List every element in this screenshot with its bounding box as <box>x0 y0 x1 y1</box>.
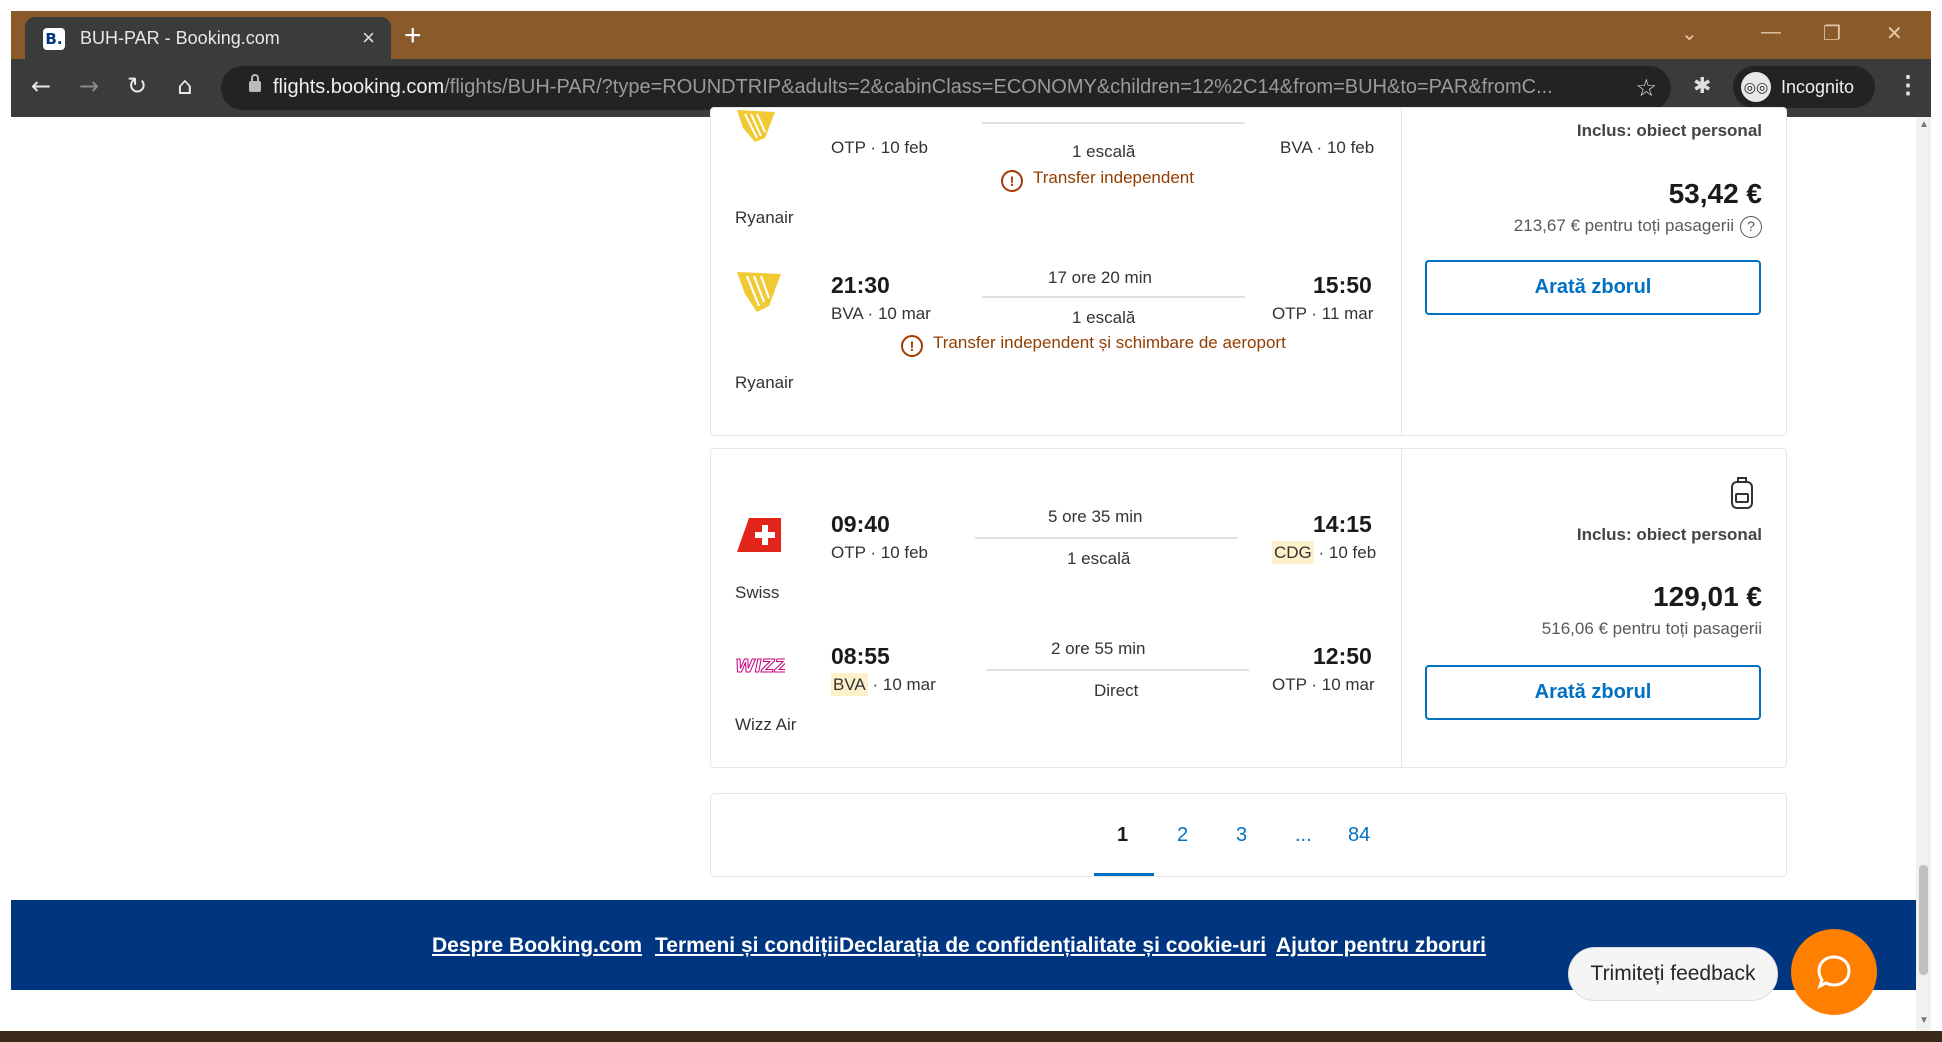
restore-button[interactable]: ❐ <box>1823 21 1841 46</box>
browser-menu-icon[interactable]: ⋮ <box>1896 71 1920 100</box>
back-arrow-icon[interactable]: ← <box>25 72 57 100</box>
reload-icon[interactable]: ↻ <box>121 72 153 100</box>
depart-time: 08:55 <box>831 643 890 669</box>
arrive-time: 15:50 <box>1313 272 1372 298</box>
warning-icon: ! <box>1001 170 1023 192</box>
route-line <box>982 122 1245 124</box>
price-per-person: 53,42 € <box>1668 178 1762 209</box>
route-line <box>986 669 1249 671</box>
depart-airport-date: BVA · 10 mar <box>831 673 936 696</box>
current-page-indicator <box>1094 873 1154 876</box>
depart-airport-date: OTP · 10 feb <box>831 138 929 157</box>
desktop-background <box>0 0 1942 11</box>
show-flight-button[interactable]: Arată zborul <box>1425 665 1761 720</box>
duration-label: 2 ore 55 min <box>1051 639 1146 658</box>
tab-title: BUH-PAR - Booking.com <box>80 28 280 48</box>
forward-arrow-icon[interactable]: → <box>73 72 105 100</box>
page-viewport: OTP · 10 feb 1 escală BVA · 10 feb ! Tran… <box>11 107 1931 1031</box>
extensions-puzzle-icon[interactable]: ✱ <box>1693 73 1711 99</box>
tab-strip: B. BUH-PAR - Booking.com × + ⌄ — ❐ ✕ <box>11 11 1931 59</box>
arrive-airport-date: OTP · 11 mar <box>1272 304 1374 323</box>
price-total: 213,67 € pentru toți pasagerii? <box>1514 216 1762 238</box>
depart-time: 09:40 <box>831 511 890 537</box>
scrollbar-thumb[interactable] <box>1919 865 1928 975</box>
browser-window: B. BUH-PAR - Booking.com × + ⌄ — ❐ ✕ ← →… <box>11 11 1931 1031</box>
stops-label: 1 escală <box>1072 142 1136 161</box>
ryanair-logo-icon <box>737 272 781 312</box>
card-divider <box>1401 108 1402 435</box>
os-taskbar <box>0 1031 1942 1042</box>
feedback-button[interactable]: Trimiteți feedback <box>1568 947 1778 1001</box>
flight-result-card: OTP · 10 feb 1 escală BVA · 10 feb ! Tran… <box>710 107 1787 436</box>
scroll-down-arrow-icon[interactable]: ▼ <box>1919 1015 1929 1026</box>
stops-label: 1 escală <box>1072 308 1136 327</box>
tab-close-icon[interactable]: × <box>362 25 375 51</box>
airline-name: Ryanair <box>735 373 794 392</box>
incognito-label: Incognito <box>1781 77 1855 97</box>
minimize-button[interactable]: — <box>1761 21 1781 44</box>
depart-airport-date: OTP · 10 feb <box>831 543 929 562</box>
incognito-indicator[interactable]: ◎◎ Incognito <box>1733 66 1875 108</box>
baggage-included-label: Inclus: obiect personal <box>1576 525 1762 544</box>
help-question-icon[interactable]: ? <box>1740 216 1762 238</box>
transfer-warning: ! Transfer independent și schimbare de ae… <box>901 333 1286 357</box>
baggage-included-label: Inclus: obiect personal <box>1576 121 1762 140</box>
address-bar[interactable]: flights.booking.com/flights/BUH-PAR/?typ… <box>221 66 1671 110</box>
arrive-time: 12:50 <box>1313 643 1372 669</box>
page-ellipsis: ... <box>1295 824 1312 846</box>
page-link[interactable]: 3 <box>1236 824 1247 847</box>
price-per-person: 129,01 € <box>1653 581 1762 612</box>
browser-tab[interactable]: B. BUH-PAR - Booking.com × <box>25 17 391 59</box>
price-total: 516,06 € pentru toți pasagerii <box>1541 619 1762 638</box>
depart-airport-date: BVA · 10 mar <box>831 304 931 323</box>
route-line <box>982 296 1245 298</box>
lock-icon <box>249 74 261 92</box>
swiss-logo-icon <box>737 518 781 552</box>
new-tab-button[interactable]: + <box>404 19 422 53</box>
page-link[interactable]: 2 <box>1177 824 1188 847</box>
backpack-icon <box>1731 477 1753 509</box>
show-flight-button[interactable]: Arată zborul <box>1425 260 1761 315</box>
chat-button[interactable] <box>1791 929 1877 1015</box>
booking-favicon-icon: B. <box>43 28 65 50</box>
stops-label: 1 escală <box>1067 549 1131 568</box>
footer-link-privacy[interactable]: Declarația de confidențialitate și cooki… <box>839 934 1266 958</box>
tab-search-chevron-icon[interactable]: ⌄ <box>1681 21 1698 46</box>
arrive-airport-date: BVA · 10 feb <box>1280 138 1375 157</box>
arrive-airport-date: OTP · 10 mar <box>1272 675 1375 694</box>
footer-link-about[interactable]: Despre Booking.com <box>432 934 642 958</box>
airline-name: Swiss <box>735 583 780 602</box>
page-link-current[interactable]: 1 <box>1117 824 1128 847</box>
stops-label: Direct <box>1094 681 1139 700</box>
duration-label: 17 ore 20 min <box>1048 268 1152 287</box>
depart-time: 21:30 <box>831 272 890 298</box>
route-line <box>975 537 1238 539</box>
warning-icon: ! <box>901 335 923 357</box>
airline-name: Wizz Air <box>735 715 797 734</box>
footer-link-flight-help[interactable]: Ajutor pentru zboruri <box>1276 934 1486 958</box>
home-icon[interactable]: ⌂ <box>169 72 201 100</box>
footer-link-terms[interactable]: Termeni și condiții <box>655 934 839 958</box>
svg-text:WIZZ: WIZZ <box>735 656 785 677</box>
url-text[interactable]: flights.booking.com/flights/BUH-PAR/?typ… <box>273 76 1598 99</box>
duration-label: 5 ore 35 min <box>1048 507 1143 526</box>
window-close-button[interactable]: ✕ <box>1886 21 1903 46</box>
arrive-airport-date: CDG · 10 feb <box>1272 541 1377 564</box>
transfer-warning: ! Transfer independent <box>1001 168 1194 192</box>
page-scrollbar[interactable]: ▲ ▼ <box>1916 117 1931 1031</box>
bookmark-star-icon[interactable]: ☆ <box>1635 74 1657 103</box>
pagination: 1 2 3 ... 84 <box>710 793 1787 877</box>
airline-name: Ryanair <box>735 208 794 227</box>
incognito-icon: ◎◎ <box>1741 72 1771 102</box>
arrive-time: 14:15 <box>1313 511 1372 537</box>
page-link-last[interactable]: 84 <box>1348 824 1370 847</box>
scroll-up-arrow-icon[interactable]: ▲ <box>1919 119 1929 130</box>
ryanair-logo-icon <box>737 110 775 142</box>
chat-bubble-icon <box>1817 955 1851 989</box>
wizz-air-logo-icon: WIZZ <box>735 656 785 678</box>
card-divider <box>1401 449 1402 767</box>
flight-result-card: 09:40 OTP · 10 feb 5 ore 35 min 1 escală… <box>710 448 1787 768</box>
